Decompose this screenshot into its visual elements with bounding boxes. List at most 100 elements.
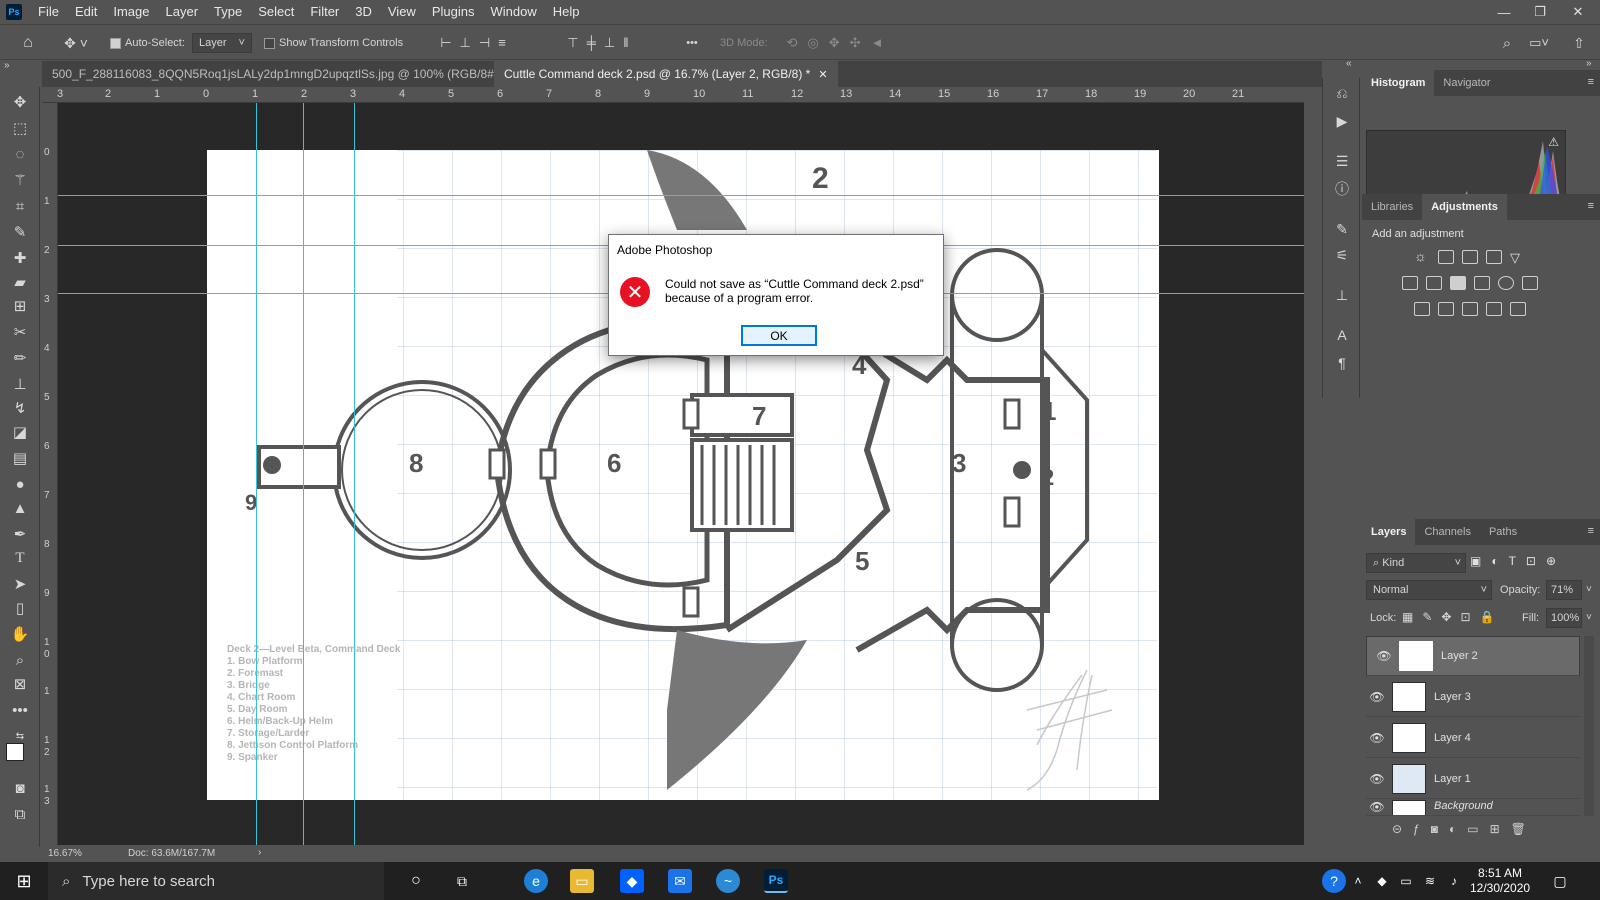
edge-icon[interactable]: e xyxy=(524,869,548,893)
menu-view[interactable]: View xyxy=(380,0,424,24)
menu-3d[interactable]: 3D xyxy=(347,0,380,24)
tab-layers[interactable]: Layers xyxy=(1362,519,1416,545)
layer-filter-dropdown[interactable]: ⌕ Kind ˅ xyxy=(1366,553,1466,573)
chevron-down-icon[interactable]: ˅ xyxy=(1586,612,1592,623)
photo-filter-icon[interactable] xyxy=(1474,276,1490,290)
auto-select-checkbox[interactable]: Auto-Select: xyxy=(110,32,185,54)
guide-line[interactable] xyxy=(58,195,1304,196)
black-white-icon[interactable] xyxy=(1450,276,1466,290)
artboard-icon[interactable]: ⊠ xyxy=(8,673,32,695)
menu-layer[interactable]: Layer xyxy=(158,0,207,24)
tab-adjustments[interactable]: Adjustments xyxy=(1422,194,1507,220)
lasso-tool-icon[interactable]: ◌ xyxy=(8,143,32,165)
guide-line[interactable] xyxy=(354,103,355,845)
tray-chevron-icon[interactable]: ˄ xyxy=(1346,869,1370,893)
dodge-tool-icon[interactable]: ▲ xyxy=(8,497,32,519)
color-balance-icon[interactable] xyxy=(1426,276,1442,290)
minimize-button[interactable]: — xyxy=(1490,5,1518,20)
rectangle-tool-icon[interactable]: ▯ xyxy=(8,597,32,619)
zoom-level[interactable]: 16.67% xyxy=(48,848,82,859)
layer-actions-icons[interactable]: ⊝ƒ◙◐▭⊞🗑 xyxy=(1392,822,1592,836)
levels-icon[interactable] xyxy=(1438,250,1454,264)
more-options-icon[interactable]: ••• xyxy=(680,32,704,54)
layer-row[interactable]: 👁 Layer 3 xyxy=(1366,677,1580,717)
properties-panel-icon[interactable]: ☰ xyxy=(1331,150,1353,172)
lock-icons[interactable]: ▦✎✥⊡🔒 xyxy=(1402,610,1503,624)
eraser-icon[interactable]: ◪ xyxy=(8,421,32,443)
ok-button[interactable]: OK xyxy=(741,325,817,346)
windows-start-icon[interactable]: ⊞ xyxy=(12,869,36,893)
layer-filter-icons[interactable]: ▣◐T⊡⊕ xyxy=(1470,554,1598,568)
stamp-tool-icon[interactable]: ⊥ xyxy=(8,373,32,395)
character-panel-icon[interactable]: A xyxy=(1331,324,1353,346)
path-selection-icon[interactable]: ➤ xyxy=(8,573,32,595)
type-tool-icon[interactable]: T xyxy=(8,547,32,569)
eye-icon[interactable]: 👁 xyxy=(1366,731,1388,745)
move-tool-preset-icon[interactable]: ✥ ˅ xyxy=(56,32,96,54)
menu-image[interactable]: Image xyxy=(105,0,157,24)
opacity-input[interactable]: 71% xyxy=(1546,580,1582,600)
tab-paths[interactable]: Paths xyxy=(1480,519,1526,545)
menu-plugins[interactable]: Plugins xyxy=(424,0,483,24)
menu-help[interactable]: Help xyxy=(545,0,588,24)
eyedropper-icon[interactable]: ✎ xyxy=(8,221,32,243)
cortana-icon[interactable]: ○ xyxy=(404,869,428,893)
frame-tool-icon[interactable]: ⊞ xyxy=(8,295,32,317)
hue-saturation-icon[interactable] xyxy=(1402,276,1418,290)
layer-row[interactable]: 👁 Layer 4 xyxy=(1366,718,1580,758)
gradient-map-icon[interactable] xyxy=(1510,302,1526,316)
menu-edit[interactable]: Edit xyxy=(67,0,105,24)
foreground-color-swatch[interactable] xyxy=(6,743,24,761)
more-tools-icon[interactable]: ••• xyxy=(8,699,32,721)
history-brush-icon[interactable]: ↯ xyxy=(8,397,32,419)
auto-select-target-dropdown[interactable]: Layer ˅ xyxy=(192,32,252,54)
menu-window[interactable]: Window xyxy=(482,0,544,24)
brush-tool-icon[interactable]: ✏ xyxy=(8,347,32,369)
panel-menu-icon[interactable]: ≡ xyxy=(1588,200,1594,212)
healing-brush-icon[interactable]: ✚ xyxy=(8,247,32,269)
canvas-area[interactable]: 3 2 1 0 1 2 3 4 5 6 7 8 9 10 11 12 13 14… xyxy=(42,87,1304,845)
eye-icon[interactable]: 👁 xyxy=(1373,649,1395,663)
wifi-icon[interactable]: ≋ xyxy=(1418,869,1442,893)
close-window-button[interactable]: ✕ xyxy=(1564,4,1592,20)
hand-tool-icon[interactable]: ✋ xyxy=(8,623,32,645)
exposure-icon[interactable] xyxy=(1486,250,1502,264)
ruler-tool-icon[interactable]: ▰ xyxy=(8,271,32,293)
layer-row[interactable]: 👁 Layer 2 xyxy=(1366,636,1580,676)
volume-icon[interactable]: ♪ xyxy=(1442,869,1466,893)
layers-scrollbar[interactable] xyxy=(1584,636,1594,816)
brushes-panel-icon[interactable]: ⚟ xyxy=(1331,244,1353,266)
eye-icon[interactable]: 👁 xyxy=(1366,690,1388,704)
panel-menu-icon[interactable]: ≡ xyxy=(1588,76,1594,88)
color-lookup-icon[interactable] xyxy=(1522,276,1538,290)
tab-stock-image[interactable]: 500_F_288116083_8QQN5Roq1jsLALy2dp1mngD2… xyxy=(42,61,526,87)
history-panel-icon[interactable]: ⎌ xyxy=(1331,82,1353,104)
align-icons[interactable]: ⊢⊥⊣≡ xyxy=(422,32,532,54)
collapse-toolbar-icon[interactable]: » xyxy=(4,60,10,71)
clone-source-icon[interactable]: ⊥ xyxy=(1331,284,1353,306)
selective-color-icon[interactable] xyxy=(1486,302,1502,316)
photoshop-taskbar-icon[interactable]: Ps xyxy=(764,869,788,893)
pen-tool-icon[interactable]: ✒ xyxy=(8,523,32,545)
taskbar-search[interactable]: ⌕ Type here to search xyxy=(48,862,384,900)
task-view-icon[interactable]: ⧉ xyxy=(450,869,474,893)
posterize-icon[interactable] xyxy=(1438,302,1454,316)
menu-type[interactable]: Type xyxy=(206,0,250,24)
tab-libraries[interactable]: Libraries xyxy=(1362,194,1422,220)
chevron-right-icon[interactable]: › xyxy=(258,847,261,858)
file-explorer-icon[interactable]: ▭ xyxy=(570,869,594,893)
actions-panel-icon[interactable]: ▶ xyxy=(1331,110,1353,132)
share-icon[interactable]: ⇧ xyxy=(1568,32,1590,54)
show-transform-controls-checkbox[interactable]: Show Transform Controls xyxy=(264,32,403,54)
warning-icon[interactable]: ⚠ xyxy=(1548,135,1559,149)
menu-filter[interactable]: Filter xyxy=(302,0,347,24)
restore-button[interactable]: ❐ xyxy=(1526,4,1554,20)
magic-wand-icon[interactable]: ⚚ xyxy=(8,169,32,191)
chevron-down-icon[interactable]: ˅ xyxy=(1586,584,1592,595)
guide-line[interactable] xyxy=(256,103,257,845)
help-icon[interactable]: ? xyxy=(1322,869,1346,893)
close-icon[interactable]: ✕ xyxy=(818,68,827,81)
blur-tool-icon[interactable]: ● xyxy=(8,473,32,495)
clock[interactable]: 8:51 AM 12/30/2020 xyxy=(1470,866,1530,896)
home-icon[interactable]: ⌂ xyxy=(16,32,40,54)
